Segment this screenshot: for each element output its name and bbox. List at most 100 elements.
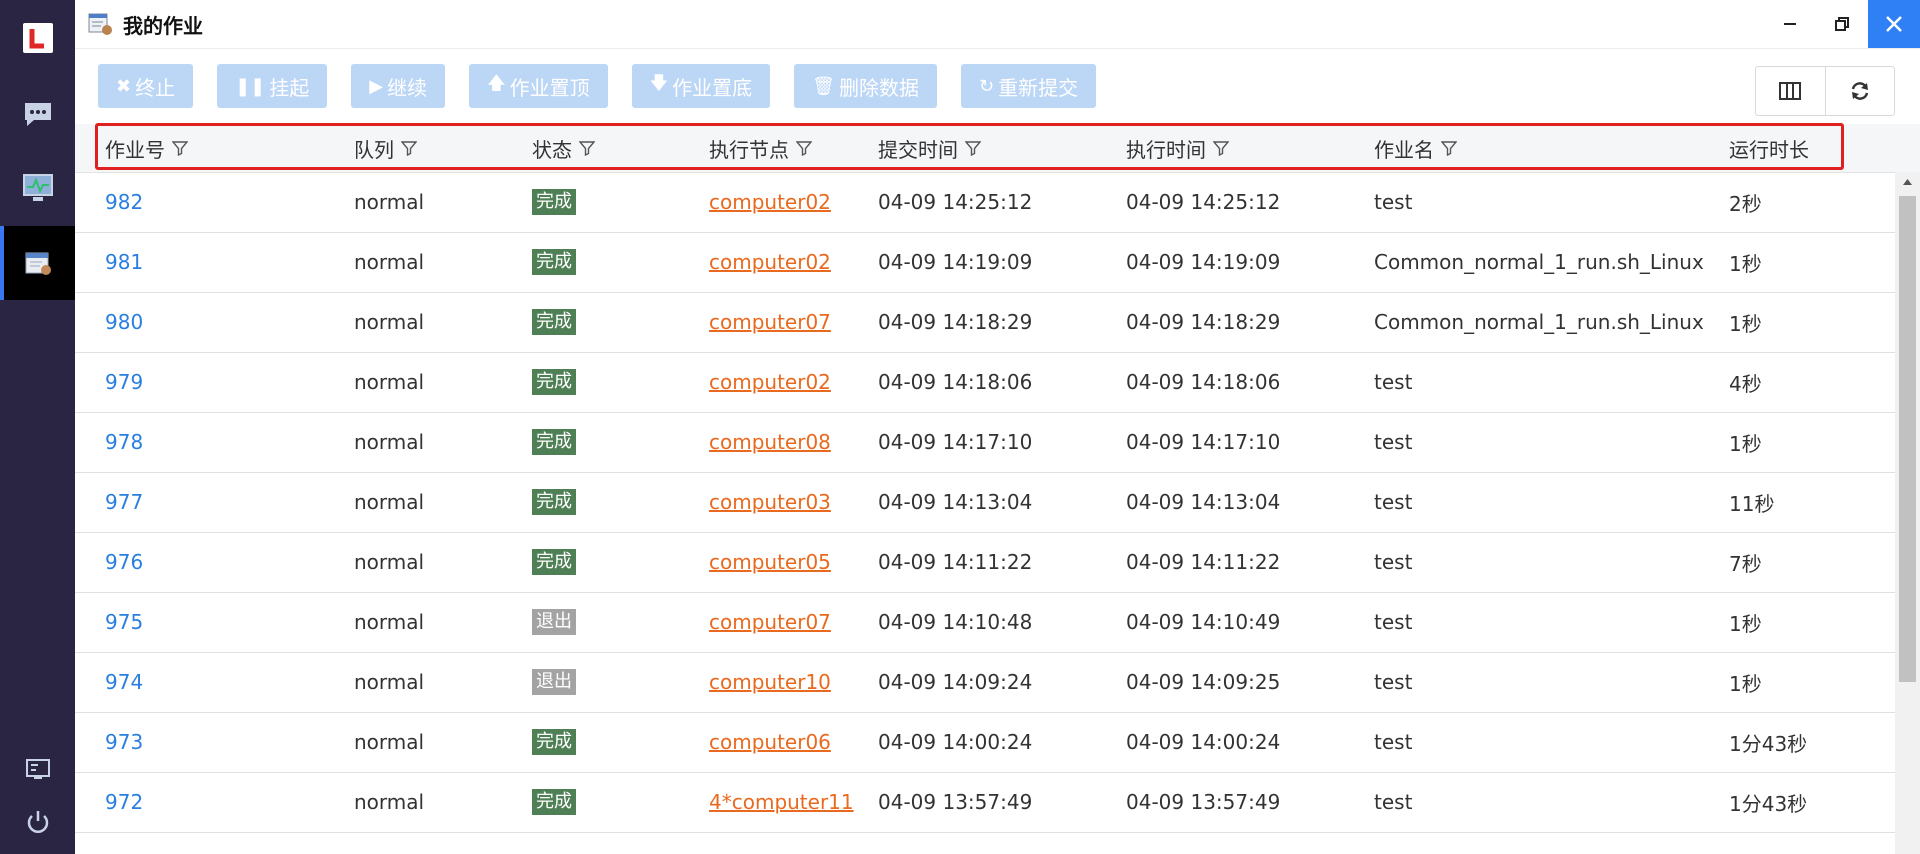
table-row[interactable]: 976 normal 完成 computer05 04-09 14:11:22 04-09…: [75, 532, 1895, 593]
cell-exec-time: 04-09 14:09:25: [1126, 670, 1281, 694]
terminal-icon[interactable]: [0, 750, 75, 790]
cell-exec-time: 04-09 14:10:49: [1126, 610, 1281, 634]
cell-job-id: 972: [105, 772, 143, 832]
filter-icon[interactable]: [796, 140, 812, 156]
minimize-button[interactable]: [1764, 0, 1816, 48]
cell-job-id: 974: [105, 652, 143, 712]
column-header-submit-time[interactable]: 提交时间: [878, 124, 981, 172]
my-jobs-icon[interactable]: [0, 226, 75, 300]
status-badge: 完成: [532, 429, 576, 455]
monitor-icon[interactable]: [0, 162, 75, 214]
table-row[interactable]: 972 normal 完成 4*computer11 04-09 13:57:49 04-…: [75, 772, 1895, 833]
move-top-button[interactable]: 🡅 作业置顶: [469, 64, 608, 108]
delete-data-button[interactable]: 🗑 删除数据: [794, 64, 937, 108]
exec-node-link[interactable]: computer02: [709, 190, 831, 214]
column-header-job-name[interactable]: 作业名: [1374, 124, 1457, 172]
table-row[interactable]: 973 normal 完成 computer06 04-09 14:00:24 04-09…: [75, 712, 1895, 773]
cell-exec-time: 04-09 13:57:49: [1126, 790, 1281, 814]
job-id-link[interactable]: 973: [105, 730, 143, 754]
cell-run-duration: 4秒: [1729, 371, 1762, 396]
job-id-link[interactable]: 982: [105, 190, 143, 214]
table-row[interactable]: 974 normal 退出 computer10 04-09 14:09:24 04-09…: [75, 652, 1895, 713]
cell-status: 完成: [532, 472, 576, 532]
cell-job-name: test: [1374, 550, 1413, 574]
exec-node-link[interactable]: computer07: [709, 610, 831, 634]
cell-submit-time: 04-09 14:10:48: [878, 610, 1033, 634]
filter-icon[interactable]: [401, 140, 417, 156]
table-row[interactable]: 977 normal 完成 computer03 04-09 14:13:04 04-09…: [75, 472, 1895, 533]
cell-status: 完成: [532, 232, 576, 292]
cell-status: 退出: [532, 592, 576, 652]
exec-node-link[interactable]: computer07: [709, 310, 831, 334]
job-id-link[interactable]: 981: [105, 250, 143, 274]
cell-exec-time: 04-09 14:18:29: [1126, 310, 1281, 334]
cell-queue: normal: [354, 610, 425, 634]
exec-node-link[interactable]: computer10: [709, 670, 831, 694]
cell-job-name: test: [1374, 610, 1413, 634]
close-button[interactable]: [1868, 0, 1920, 48]
status-badge: 完成: [532, 729, 576, 755]
minimize-icon: [1784, 23, 1796, 25]
exec-node-link[interactable]: computer03: [709, 490, 831, 514]
title-bar: 我的作业: [75, 0, 1920, 49]
exec-node-link[interactable]: computer05: [709, 550, 831, 574]
terminate-button[interactable]: ✖ 终止: [98, 64, 194, 108]
power-icon[interactable]: [0, 800, 75, 844]
job-id-link[interactable]: 980: [105, 310, 143, 334]
exec-node-link[interactable]: 4*computer11: [709, 790, 854, 814]
job-id-link[interactable]: 972: [105, 790, 143, 814]
exec-node-link[interactable]: computer02: [709, 250, 831, 274]
exec-node-link[interactable]: computer02: [709, 370, 831, 394]
job-id-link[interactable]: 975: [105, 610, 143, 634]
job-id-link[interactable]: 978: [105, 430, 143, 454]
vertical-scrollbar[interactable]: [1895, 172, 1920, 854]
table-row[interactable]: 978 normal 完成 computer08 04-09 14:17:10 04-09…: [75, 412, 1895, 473]
table-row[interactable]: 982 normal 完成 computer02 04-09 14:25:12 04-09…: [75, 172, 1895, 233]
cell-run-duration: 1秒: [1729, 611, 1762, 636]
table-row[interactable]: 979 normal 完成 computer02 04-09 14:18:06 04-09…: [75, 352, 1895, 413]
exec-node-link[interactable]: computer06: [709, 730, 831, 754]
filter-icon[interactable]: [965, 140, 981, 156]
cell-exec-node: computer02: [709, 352, 831, 412]
column-header-queue[interactable]: 队列: [354, 124, 417, 172]
scroll-thumb[interactable]: [1899, 196, 1916, 682]
job-id-link[interactable]: 977: [105, 490, 143, 514]
exec-node-link[interactable]: computer08: [709, 430, 831, 454]
restore-button[interactable]: [1816, 0, 1868, 48]
pause-icon: ❚❚: [235, 75, 266, 97]
table-row[interactable]: 980 normal 完成 computer07 04-09 14:18:29 04-09…: [75, 292, 1895, 353]
close-icon: [1886, 16, 1902, 32]
column-header-job-id[interactable]: 作业号: [105, 124, 188, 172]
move-bottom-button[interactable]: 🡇 作业置底: [631, 64, 771, 108]
x-icon: ✖: [116, 75, 132, 97]
filter-icon[interactable]: [172, 140, 188, 156]
columns-button[interactable]: [1756, 67, 1825, 115]
cell-run-duration: 2秒: [1729, 191, 1762, 216]
cell-exec-node: computer05: [709, 532, 831, 592]
cell-exec-node: computer10: [709, 652, 831, 712]
suspend-button[interactable]: ❚❚ 挂起: [217, 64, 328, 108]
table-row[interactable]: 981 normal 完成 computer02 04-09 14:19:09 04-09…: [75, 232, 1895, 293]
column-header-run-duration[interactable]: 运行时长: [1729, 124, 1809, 172]
table-body: 982 normal 完成 computer02 04-09 14:25:12 04-09…: [75, 172, 1895, 854]
resume-button[interactable]: ▶ 继续: [351, 64, 446, 108]
scroll-up-icon[interactable]: [1895, 172, 1920, 192]
cell-queue: normal: [354, 370, 425, 394]
refresh-button[interactable]: [1824, 67, 1895, 115]
job-id-link[interactable]: 976: [105, 550, 143, 574]
resubmit-button[interactable]: ↻ 重新提交: [961, 64, 1097, 108]
filter-icon[interactable]: [579, 140, 595, 156]
filter-icon[interactable]: [1441, 140, 1457, 156]
job-id-link[interactable]: 974: [105, 670, 143, 694]
cell-exec-time: 04-09 14:18:06: [1126, 370, 1281, 394]
messages-icon[interactable]: [0, 92, 75, 136]
cell-exec-time: 04-09 14:25:12: [1126, 190, 1281, 214]
job-id-link[interactable]: 979: [105, 370, 143, 394]
column-header-exec-node[interactable]: 执行节点: [709, 124, 812, 172]
column-header-exec-time[interactable]: 执行时间: [1126, 124, 1229, 172]
app-logo: [0, 18, 75, 58]
cell-status: 完成: [532, 412, 576, 472]
table-row[interactable]: 975 normal 退出 computer07 04-09 14:10:48 04-09…: [75, 592, 1895, 653]
column-header-status[interactable]: 状态: [532, 124, 595, 172]
filter-icon[interactable]: [1213, 140, 1229, 156]
